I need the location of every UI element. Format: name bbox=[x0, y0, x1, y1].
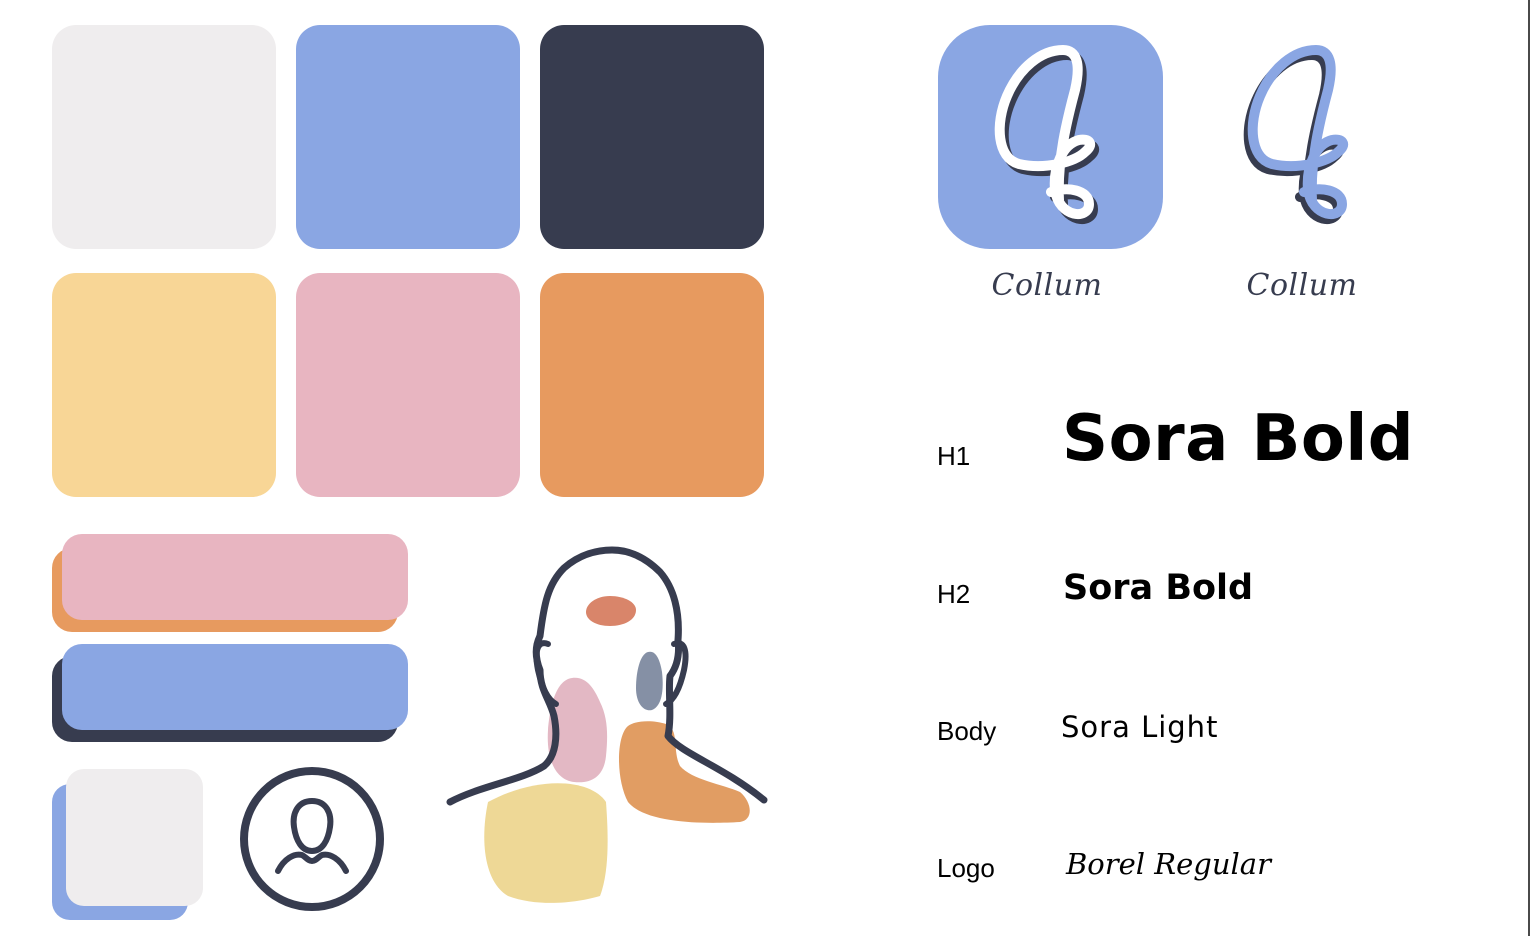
blue-bar bbox=[62, 644, 408, 730]
swatch-navy bbox=[540, 25, 764, 249]
type-label-h1: H1 bbox=[937, 441, 971, 471]
swatch-butter-yellow bbox=[52, 273, 276, 497]
type-label-body: Body bbox=[937, 716, 997, 746]
swatch-tangerine bbox=[540, 273, 764, 497]
wordmark-app-icon: Collum bbox=[991, 268, 1103, 303]
type-sample-h1: Sora Bold bbox=[1062, 402, 1415, 476]
type-sample-body: Sora Light bbox=[1061, 710, 1219, 744]
wordmark-logo-mark: Collum bbox=[1246, 268, 1358, 303]
type-label-logo: Logo bbox=[937, 853, 995, 883]
logo-mark-icon bbox=[1243, 45, 1349, 224]
user-avatar-icon bbox=[240, 767, 384, 911]
neck-illustration bbox=[446, 546, 768, 903]
type-sample-logo: Borel Regular bbox=[1066, 847, 1271, 881]
brand-style-board: Collum Collum H1 Sora Bold H2 Sora Bold … bbox=[0, 0, 1532, 936]
pink-bar bbox=[62, 534, 408, 620]
right-edge-divider bbox=[1528, 0, 1530, 936]
type-sample-h2: Sora Bold bbox=[1063, 568, 1254, 608]
app-logo-icon bbox=[994, 45, 1100, 224]
swatch-light-gray bbox=[52, 25, 276, 249]
swatch-periwinkle-blue bbox=[296, 25, 520, 249]
swatch-blush-pink bbox=[296, 273, 520, 497]
type-label-h2: H2 bbox=[937, 579, 971, 609]
card bbox=[66, 769, 203, 906]
